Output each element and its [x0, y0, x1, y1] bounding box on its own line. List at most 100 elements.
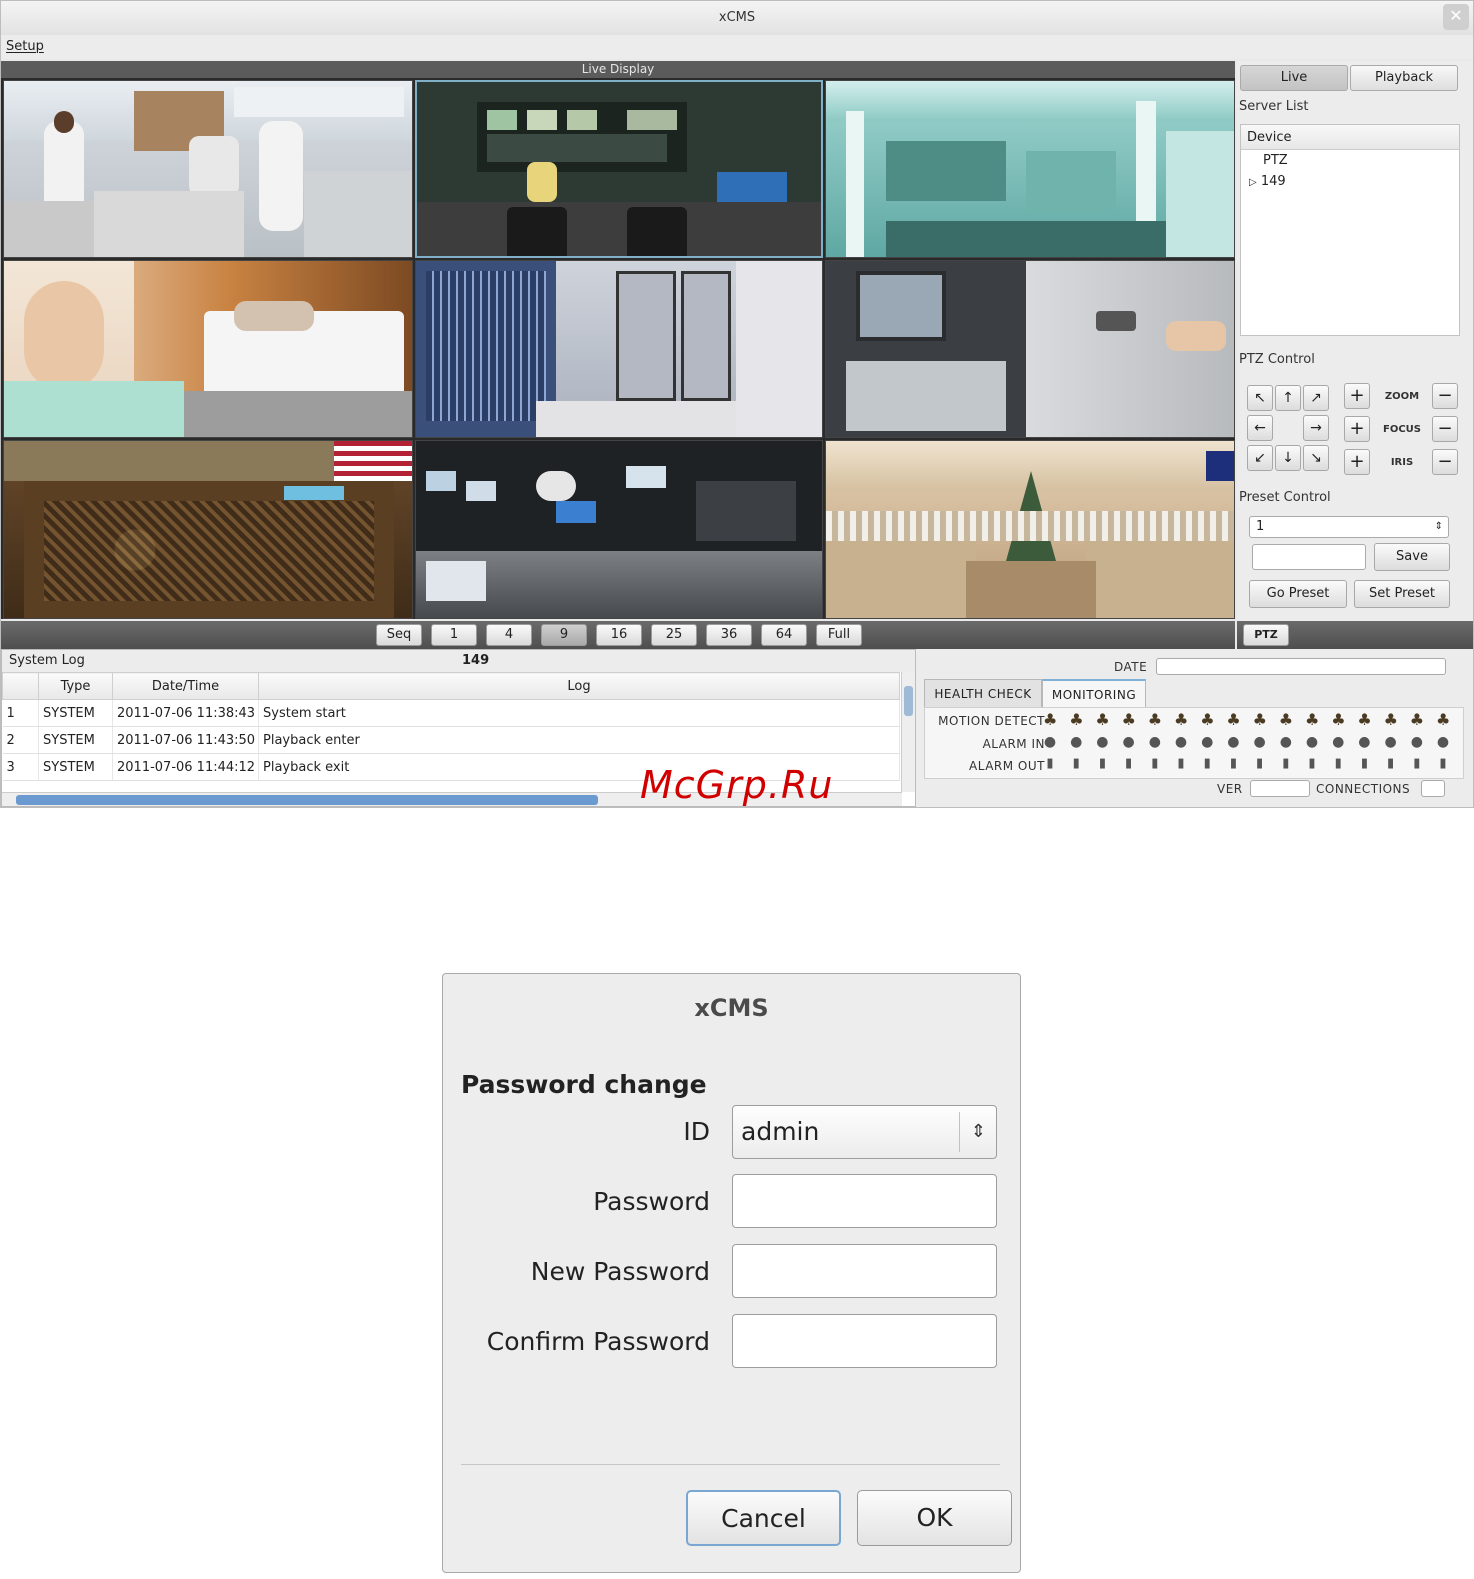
ptz-up-icon[interactable]: ↑	[1275, 385, 1301, 411]
layout-36-button[interactable]: 36	[706, 624, 752, 646]
layout-1-button[interactable]: 1	[431, 624, 477, 646]
password-change-dialog: xCMS Password change ID admin ⇕ Password…	[442, 973, 1021, 1573]
dialog-title: xCMS	[694, 994, 769, 1022]
focus-near-icon[interactable]: +	[1344, 416, 1370, 442]
col-index[interactable]	[2, 672, 39, 700]
alarm-in-indicator-icon: ●	[1096, 734, 1109, 750]
ptz-left-icon[interactable]: ←	[1247, 415, 1273, 441]
layout-9-button[interactable]: 9	[541, 624, 587, 646]
motion-indicator-icon: ♣	[1043, 710, 1058, 729]
motion-indicator-icon: ♣	[1200, 710, 1215, 729]
camera-tile-4[interactable]	[3, 260, 413, 438]
ptz-up-left-icon[interactable]: ↖	[1247, 385, 1273, 411]
tab-live[interactable]: Live	[1240, 65, 1348, 91]
preset-select-value: 1	[1256, 519, 1265, 534]
spinner-icon: ⇕	[1434, 521, 1443, 532]
zoom-label: ZOOM	[1384, 391, 1420, 402]
alarm-out-indicator-icon: ▮	[1439, 756, 1447, 771]
connections-field	[1421, 780, 1445, 797]
camera-tile-9[interactable]	[825, 440, 1235, 619]
set-preset-button[interactable]: Set Preset	[1354, 580, 1450, 608]
alarm-out-indicator-icon: ▮	[1098, 756, 1106, 771]
camera-tile-6[interactable]	[825, 260, 1235, 438]
alarm-out-indicator-icon: ▮	[1177, 756, 1185, 771]
table-row[interactable]: 1 SYSTEM 2011-07-06 11:38:43 System star…	[2, 699, 900, 727]
log-vertical-scrollbar[interactable]	[901, 672, 915, 792]
ptz-down-right-icon[interactable]: ↘	[1303, 445, 1329, 471]
tab-health-check[interactable]: HEALTH CHECK	[924, 679, 1042, 707]
layout-full-button[interactable]: Full	[816, 624, 862, 646]
scroll-thumb[interactable]	[16, 795, 598, 805]
layout-64-button[interactable]: 64	[761, 624, 807, 646]
log-device-id: 149	[462, 653, 490, 668]
alarm-out-indicator-icon: ▮	[1334, 756, 1342, 771]
camera-tile-8[interactable]	[415, 440, 823, 619]
confirm-password-field[interactable]	[732, 1314, 997, 1368]
cancel-button[interactable]: Cancel	[686, 1490, 841, 1546]
id-label: ID	[683, 1117, 710, 1146]
zoom-out-icon[interactable]: −	[1432, 383, 1458, 409]
cell-datetime: 2011-07-06 11:38:43	[112, 699, 259, 727]
focus-far-icon[interactable]: −	[1432, 416, 1458, 442]
ptz-tab-button[interactable]: PTZ	[1243, 624, 1289, 646]
password-field[interactable]	[732, 1174, 997, 1228]
preset-select[interactable]: 1 ⇕	[1249, 516, 1449, 538]
zoom-in-icon[interactable]: +	[1344, 383, 1370, 409]
alarm-in-indicator-icon: ●	[1201, 734, 1214, 750]
ptz-up-right-icon[interactable]: ↗	[1303, 385, 1329, 411]
cell-log: System start	[258, 699, 900, 727]
alarm-in-label: ALARM IN	[982, 737, 1045, 751]
layout-25-button[interactable]: 25	[651, 624, 697, 646]
alarm-out-indicator-icon: ▮	[1413, 756, 1421, 771]
close-icon[interactable]: ✕	[1443, 4, 1469, 30]
layout-seq-button[interactable]: Seq	[376, 624, 422, 646]
window-title: xCMS	[718, 10, 756, 25]
col-datetime[interactable]: Date/Time	[112, 672, 259, 700]
iris-open-icon[interactable]: +	[1344, 449, 1370, 475]
layout-4-button[interactable]: 4	[486, 624, 532, 646]
preset-name-input[interactable]	[1252, 544, 1366, 570]
motion-indicator-icon: ♣	[1226, 710, 1241, 729]
connections-label: CONNECTIONS	[1316, 782, 1411, 796]
go-preset-button[interactable]: Go Preset	[1249, 580, 1347, 608]
table-row[interactable]: 2 SYSTEM 2011-07-06 11:43:50 Playback en…	[2, 726, 900, 754]
ptz-down-left-icon[interactable]: ↙	[1247, 445, 1273, 471]
save-preset-button[interactable]: Save	[1374, 543, 1450, 571]
menu-setup[interactable]: Setup	[6, 39, 44, 54]
iris-close-icon[interactable]: −	[1432, 449, 1458, 475]
cell-index: 1	[2, 699, 39, 727]
alarm-in-indicator-icon: ●	[1070, 734, 1083, 750]
col-type[interactable]: Type	[38, 672, 113, 700]
new-password-field[interactable]	[732, 1244, 997, 1298]
camera-tile-1[interactable]	[3, 80, 413, 258]
ver-field	[1250, 780, 1310, 797]
camera-tile-2[interactable]	[415, 80, 823, 258]
device-tree: Device PTZ ▷ 149	[1240, 124, 1460, 336]
ok-button[interactable]: OK	[857, 1490, 1012, 1546]
ptz-right-icon[interactable]: →	[1303, 415, 1329, 441]
layout-16-button[interactable]: 16	[596, 624, 642, 646]
log-header-row: Type Date/Time Log	[2, 672, 900, 700]
monitoring-grid: MOTION DETECT ALARM IN ALARM OUT ♣ ♣ ♣ ♣ ♣ ♣ ♣…	[924, 707, 1464, 779]
updown-chevron-icon[interactable]: ⇕	[971, 1106, 986, 1158]
expand-triangle-icon[interactable]: ▷	[1249, 177, 1257, 188]
dialog-divider	[461, 1464, 1000, 1465]
tab-playback[interactable]: Playback	[1350, 65, 1458, 91]
side-panel: Live Playback Server List Device PTZ ▷ 1…	[1237, 61, 1473, 621]
ptz-down-icon[interactable]: ↓	[1275, 445, 1301, 471]
tree-item-ptz[interactable]: PTZ	[1241, 150, 1459, 171]
camera-tile-3[interactable]	[825, 80, 1235, 258]
camera-tile-7[interactable]	[3, 440, 413, 619]
tab-monitoring[interactable]: MONITORING	[1042, 679, 1146, 707]
camera-tile-5[interactable]	[415, 260, 823, 438]
alarm-in-indicator-icon: ●	[1305, 734, 1319, 750]
date-label: DATE	[1114, 660, 1148, 674]
id-combobox[interactable]: admin ⇕	[732, 1105, 997, 1159]
scroll-thumb[interactable]	[904, 686, 913, 716]
cell-log: Playback enter	[258, 726, 900, 754]
tree-item-149[interactable]: ▷ 149	[1241, 171, 1459, 192]
alarm-out-indicator-icon: ▮	[1256, 756, 1264, 771]
alarm-in-indicator-icon: ●	[1358, 734, 1371, 750]
device-column-header[interactable]: Device	[1241, 125, 1459, 150]
col-log[interactable]: Log	[258, 672, 900, 700]
